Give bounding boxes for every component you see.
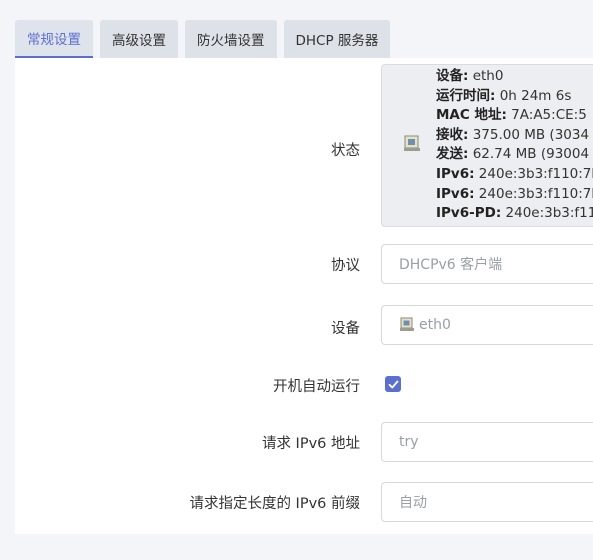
status-label: 状态: [331, 143, 360, 159]
protocol-row: 协议 DHCPv6 客户端: [15, 244, 593, 284]
ethernet-port-icon: [400, 317, 414, 331]
protocol-select[interactable]: DHCPv6 客户端: [381, 244, 593, 284]
request-ipv6-label: 请求 IPv6 地址: [261, 436, 360, 452]
prefix-length-row: 请求指定长度的 IPv6 前缀 自动: [15, 482, 593, 522]
device-select[interactable]: eth0: [381, 305, 593, 345]
status-line-device: 设备: eth0: [436, 68, 504, 84]
request-ipv6-row: 请求 IPv6 地址 try: [15, 422, 593, 462]
status-line-mac: MAC 地址: 7A:A5:CE:5: [436, 107, 587, 124]
device-value: eth0: [419, 317, 451, 333]
status-line-ipv6-pd: IPv6-PD: 240e:3b3:f110: [436, 205, 593, 222]
request-ipv6-select[interactable]: try: [381, 422, 593, 462]
tab-general-settings[interactable]: 常规设置: [15, 20, 93, 58]
status-row: 状态 设备: eth0 运行时间: 0h 24m 6s MAC 地址: 7A:A…: [15, 58, 593, 233]
protocol-value: DHCPv6 客户端: [399, 257, 503, 273]
request-ipv6-value: try: [399, 434, 419, 450]
protocol-label: 协议: [331, 258, 360, 274]
prefix-length-placeholder: 自动: [399, 495, 427, 511]
status-line-tx: 发送: 62.74 MB (93004: [436, 146, 590, 163]
device-row: 设备 eth0: [15, 305, 593, 345]
status-box: 设备: eth0 运行时间: 0h 24m 6s MAC 地址: 7A:A5:C…: [381, 64, 593, 227]
ethernet-port-icon: [404, 135, 420, 151]
autostart-row: 开机自动运行: [15, 374, 593, 396]
tab-firewall-settings[interactable]: 防火墙设置: [185, 20, 277, 58]
prefix-length-input[interactable]: 自动: [381, 482, 593, 522]
tab-dhcp-server[interactable]: DHCP 服务器: [283, 20, 391, 58]
status-line-rx: 接收: 375.00 MB (3034: [436, 126, 590, 143]
status-line-uptime: 运行时间: 0h 24m 6s: [436, 87, 572, 104]
device-label: 设备: [331, 321, 360, 337]
autostart-checkbox[interactable]: [385, 376, 401, 392]
prefix-length-label: 请求指定长度的 IPv6 前缀: [189, 496, 360, 512]
status-line-ipv6-1: IPv6: 240e:3b3:f110:7b: [436, 165, 593, 182]
tab-advanced-settings[interactable]: 高级设置: [100, 20, 178, 58]
settings-panel: 状态 设备: eth0 运行时间: 0h 24m 6s MAC 地址: 7A:A…: [15, 58, 593, 534]
status-details: 设备: eth0 运行时间: 0h 24m 6s MAC 地址: 7A:A5:C…: [436, 67, 593, 224]
tab-bar: 常规设置 高级设置 防火墙设置 DHCP 服务器: [15, 20, 397, 58]
autostart-label: 开机自动运行: [273, 379, 360, 395]
checkmark-icon: [388, 380, 398, 388]
interface-settings-page: 常规设置 高级设置 防火墙设置 DHCP 服务器 状态 设备: eth0 运行时…: [0, 0, 593, 560]
status-line-ipv6-2: IPv6: 240e:3b3:f110:7b: [436, 185, 593, 202]
